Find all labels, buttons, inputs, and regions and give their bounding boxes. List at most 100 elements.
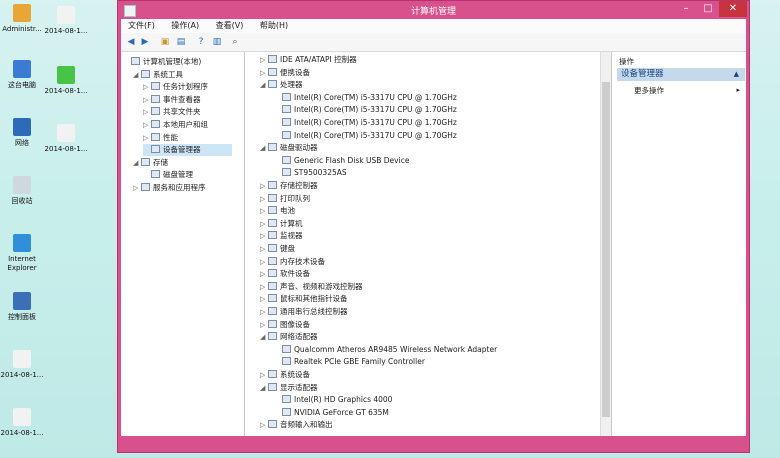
desktop-icon[interactable]: 2014-08-1... <box>0 408 44 438</box>
menu-action[interactable]: 操作(A) <box>164 19 206 33</box>
expand-arrow-icon[interactable]: ▷ <box>260 54 268 66</box>
device-item[interactable]: ▷ 系统设备 <box>260 369 599 381</box>
device-item[interactable]: Intel(R) Core(TM) i5-3317U CPU @ 1.70GHz <box>274 117 599 129</box>
device-item[interactable]: ▷ 音频输入和输出 <box>260 419 599 431</box>
show-hide-tree-icon[interactable]: ▤ <box>175 36 187 48</box>
expand-arrow-icon[interactable]: ▷ <box>143 106 151 118</box>
device-item[interactable]: ▷ IDE ATA/ATAPI 控制器 <box>260 54 599 66</box>
scan-hardware-icon[interactable]: ⌕ <box>229 36 241 48</box>
more-actions[interactable]: 更多操作 <box>634 85 664 96</box>
properties-icon[interactable]: ▥ <box>211 36 223 48</box>
device-item[interactable]: ▷ 计算机 <box>260 218 599 230</box>
expand-arrow-icon[interactable]: ▷ <box>260 205 268 217</box>
device-item[interactable]: ◢ 磁盘驱动器 <box>260 142 599 154</box>
device-item[interactable]: ◢ 显示适配器 <box>260 382 599 394</box>
scrollbar-thumb[interactable] <box>602 82 610 417</box>
expand-arrow-icon[interactable]: ◢ <box>133 157 141 169</box>
menu-file[interactable]: 文件(F) <box>121 19 162 33</box>
device-item[interactable]: ▷ 电池 <box>260 205 599 217</box>
expand-arrow-icon[interactable]: ◢ <box>133 69 141 81</box>
expand-arrow-icon[interactable]: ▷ <box>260 419 268 431</box>
expand-arrow-icon[interactable]: ▷ <box>260 319 268 331</box>
expand-arrow-icon[interactable]: ◢ <box>260 79 268 91</box>
actions-device-manager[interactable]: 设备管理器 ▲ <box>617 68 745 81</box>
back-icon[interactable]: ◀ <box>125 36 137 48</box>
device-item[interactable]: Qualcomm Atheros AR9485 Wireless Network… <box>274 344 599 356</box>
expand-arrow-icon[interactable]: ▷ <box>143 81 151 93</box>
device-item[interactable]: Intel(R) Core(TM) i5-3317U CPU @ 1.70GHz <box>274 104 599 116</box>
tree-item[interactable]: ▷ 任务计划程序 <box>143 81 232 93</box>
device-item[interactable]: Generic Flash Disk USB Device <box>274 155 599 167</box>
desktop-icon[interactable]: Internet Explorer <box>0 234 44 273</box>
device-item[interactable]: Intel(R) HD Graphics 4000 <box>274 394 599 406</box>
expand-arrow-icon[interactable]: ▷ <box>260 256 268 268</box>
close-button[interactable]: ✕ <box>719 1 747 17</box>
device-item[interactable]: Intel(R) Core(TM) i5-3317U CPU @ 1.70GHz <box>274 92 599 104</box>
expand-arrow-icon[interactable]: ▷ <box>260 230 268 242</box>
tree-item[interactable]: ▷ 性能 <box>143 132 232 144</box>
desktop-icon[interactable]: 2014-08-1... <box>44 66 88 96</box>
desktop-icon[interactable]: 2014-08-1... <box>0 350 44 380</box>
desktop-icon[interactable]: 这台电脑 <box>0 60 44 90</box>
desktop-icon[interactable]: 网络 <box>0 118 44 148</box>
expand-arrow-icon[interactable]: ▷ <box>260 193 268 205</box>
help-icon[interactable]: ? <box>195 36 207 48</box>
expand-arrow-icon[interactable]: ◢ <box>260 331 268 343</box>
tree-item[interactable]: ▷ 事件查看器 <box>143 94 232 106</box>
expand-arrow-icon[interactable]: ▷ <box>260 180 268 192</box>
device-item[interactable]: ▷ 打印队列 <box>260 193 599 205</box>
desktop-icon[interactable]: Administr... <box>0 4 44 34</box>
menu-view[interactable]: 查看(V) <box>209 19 251 33</box>
device-item[interactable]: ▷ 监视器 <box>260 230 599 242</box>
tree-item[interactable]: 磁盘管理 <box>143 169 232 181</box>
device-item[interactable]: Intel(R) Core(TM) i5-3317U CPU @ 1.70GHz <box>274 130 599 142</box>
device-item[interactable]: ▷ 鼠标和其他指针设备 <box>260 293 599 305</box>
tree-item[interactable]: ▷ 共享文件夹 <box>143 106 232 118</box>
collapse-arrow-icon[interactable]: ▲ <box>734 68 739 81</box>
expand-arrow-icon[interactable]: ▷ <box>260 369 268 381</box>
tree-item[interactable]: ▷ 服务和应用程序 <box>133 182 232 194</box>
tree-item[interactable]: ◢ 系统工具 <box>133 69 232 81</box>
expand-arrow-icon[interactable]: ▷ <box>143 119 151 131</box>
vertical-scrollbar[interactable] <box>600 52 611 436</box>
title-bar[interactable]: 计算机管理 – □ ✕ <box>118 1 749 19</box>
device-item[interactable]: ▷ 通用串行总线控制器 <box>260 306 599 318</box>
device-item[interactable]: ▷ 存储控制器 <box>260 180 599 192</box>
expand-arrow-icon[interactable]: ▷ <box>260 293 268 305</box>
expand-arrow-icon[interactable]: ▷ <box>143 94 151 106</box>
menu-help[interactable]: 帮助(H) <box>253 19 295 33</box>
desktop-icon[interactable]: 控制面板 <box>0 292 44 322</box>
expand-arrow-icon[interactable]: ▷ <box>260 67 268 79</box>
expand-arrow-icon[interactable]: ▷ <box>260 306 268 318</box>
device-item[interactable]: Realtek PCIe GBE Family Controller <box>274 356 599 368</box>
device-item[interactable]: ST9500325AS <box>274 167 599 179</box>
device-item[interactable]: ▷ 图像设备 <box>260 319 599 331</box>
device-item[interactable]: ◢ 处理器 <box>260 79 599 91</box>
expand-arrow-icon[interactable]: ▷ <box>260 243 268 255</box>
desktop-icon[interactable]: 2014-08-1... <box>44 124 88 154</box>
device-item[interactable]: ▷ 软件设备 <box>260 268 599 280</box>
expand-arrow-icon[interactable]: ◢ <box>260 382 268 394</box>
expand-arrow-icon[interactable]: ▷ <box>143 132 151 144</box>
expand-arrow-icon[interactable]: ▷ <box>260 268 268 280</box>
minimize-button[interactable]: – <box>675 1 697 17</box>
tree-item[interactable]: ▷ 本地用户和组 <box>143 119 232 131</box>
tree-item[interactable]: 设备管理器 <box>143 144 232 157</box>
device-item[interactable]: ▷ 内存技术设备 <box>260 256 599 268</box>
expand-arrow-icon[interactable]: ▷ <box>260 281 268 293</box>
up-icon[interactable]: ▣ <box>159 36 171 48</box>
device-item[interactable]: ▷ 便携设备 <box>260 67 599 79</box>
device-item[interactable]: NVIDIA GeForce GT 635M <box>274 407 599 419</box>
device-item[interactable]: ▷ 键盘 <box>260 243 599 255</box>
desktop-icon[interactable]: 2014-08-1... <box>44 6 88 36</box>
expand-arrow-icon[interactable]: ▷ <box>133 182 141 194</box>
tree-item[interactable]: ◢ 存储 <box>133 157 232 169</box>
desktop-icon[interactable]: 回收站 <box>0 176 44 206</box>
device-item[interactable]: ▷ 声音、视频和游戏控制器 <box>260 281 599 293</box>
expand-arrow-icon[interactable]: ◢ <box>260 142 268 154</box>
tree-item[interactable]: 计算机管理(本地) <box>123 56 232 68</box>
expand-arrow-icon[interactable]: ▷ <box>260 218 268 230</box>
forward-icon[interactable]: ▶ <box>139 36 151 48</box>
maximize-button[interactable]: □ <box>697 1 719 17</box>
device-item[interactable]: ◢ 网络适配器 <box>260 331 599 343</box>
